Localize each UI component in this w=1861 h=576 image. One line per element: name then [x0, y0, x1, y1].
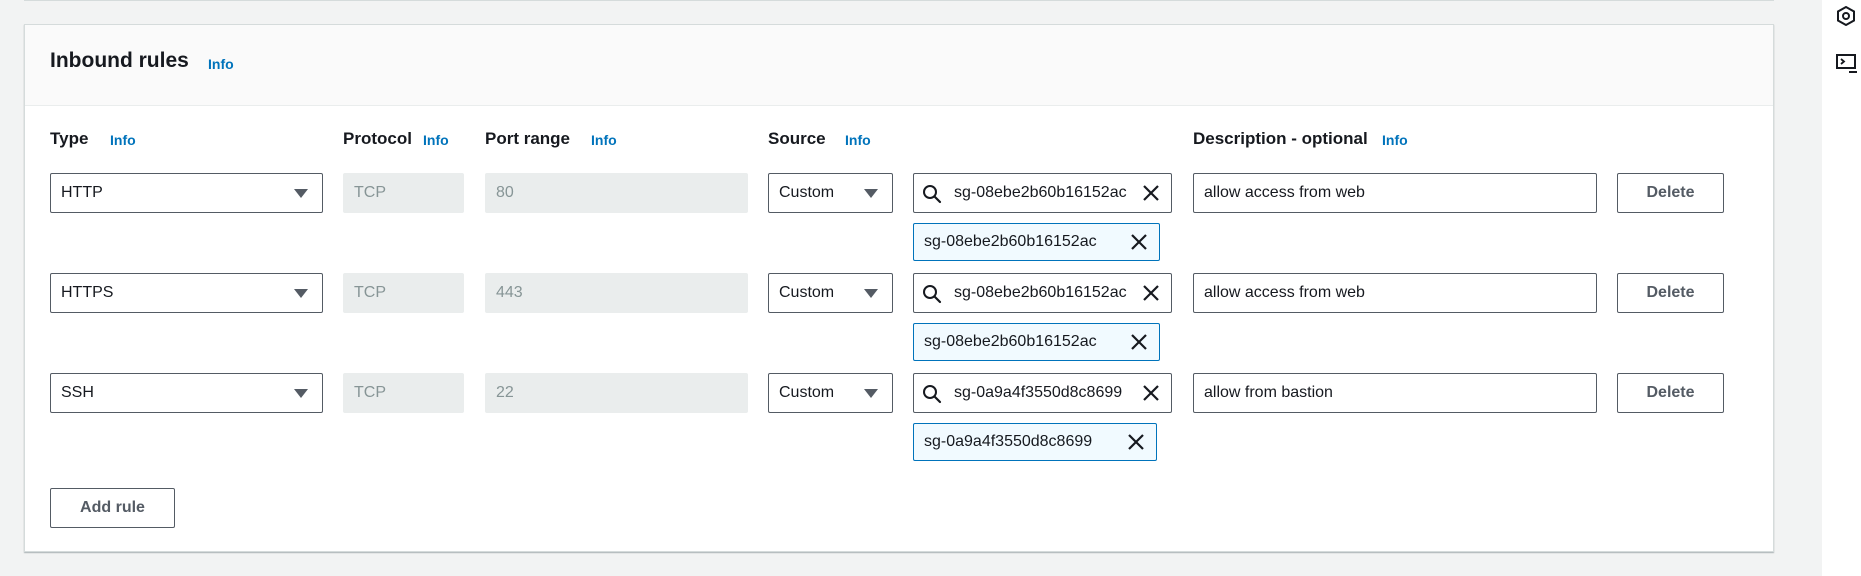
protocol-info-link[interactable]: Info — [423, 132, 449, 148]
source-search-input[interactable]: sg-0a9a4f3550d8c8699 — [913, 373, 1172, 413]
description-input[interactable]: allow access from web — [1193, 173, 1597, 213]
source-search-input[interactable]: sg-08ebe2b60b16152ac — [913, 173, 1172, 213]
caret-down-icon — [864, 189, 878, 198]
close-icon[interactable] — [1143, 285, 1159, 301]
caret-down-icon — [294, 289, 308, 298]
top-divider — [24, 0, 1774, 1]
source-search-input[interactable]: sg-08ebe2b60b16152ac — [913, 273, 1172, 313]
source-search-text: sg-0a9a4f3550d8c8699 — [954, 384, 1123, 401]
protocol-column-label: Protocol — [343, 129, 412, 148]
close-icon[interactable] — [1143, 385, 1159, 401]
description-info-link[interactable]: Info — [1382, 132, 1408, 148]
add-rule-button[interactable]: Add rule — [50, 488, 175, 528]
source-info-link[interactable]: Info — [845, 132, 871, 148]
delete-rule-button[interactable]: Delete — [1617, 373, 1724, 413]
protocol-field: TCP — [343, 373, 464, 413]
close-icon[interactable] — [1131, 234, 1147, 250]
caret-down-icon — [864, 389, 878, 398]
source-type-select[interactable]: Custom — [768, 273, 893, 313]
panel-header: Inbound rules Info — [25, 25, 1773, 106]
source-token-label: sg-08ebe2b60b16152ac — [924, 233, 1097, 250]
type-select-value: SSH — [61, 384, 94, 401]
type-select-value: HTTPS — [61, 284, 114, 301]
port-range-field: 443 — [485, 273, 748, 313]
source-type-select[interactable]: Custom — [768, 373, 893, 413]
source-token: sg-0a9a4f3550d8c8699 — [913, 423, 1157, 461]
source-token: sg-08ebe2b60b16152ac — [913, 323, 1160, 361]
source-type-value: Custom — [779, 384, 835, 401]
source-search-text: sg-08ebe2b60b16152ac — [954, 284, 1127, 301]
source-token: sg-08ebe2b60b16152ac — [913, 223, 1160, 261]
port-range-column-label: Port range — [485, 129, 571, 148]
type-select[interactable]: HTTP — [50, 173, 323, 213]
caret-down-icon — [294, 389, 308, 398]
port-range-field: 22 — [485, 373, 748, 413]
close-icon[interactable] — [1128, 434, 1144, 450]
source-type-select[interactable]: Custom — [768, 173, 893, 213]
source-token-label: sg-0a9a4f3550d8c8699 — [924, 433, 1093, 450]
hexagon-icon[interactable] — [1836, 6, 1856, 26]
caret-down-icon — [864, 289, 878, 298]
delete-rule-button[interactable]: Delete — [1617, 173, 1724, 213]
search-icon — [923, 285, 942, 304]
port-range-field: 80 — [485, 173, 748, 213]
source-token-label: sg-08ebe2b60b16152ac — [924, 333, 1097, 350]
panel-title: Inbound rules — [50, 49, 189, 72]
source-search-text: sg-08ebe2b60b16152ac — [954, 184, 1127, 201]
delete-rule-button[interactable]: Delete — [1617, 273, 1724, 313]
source-type-value: Custom — [779, 184, 835, 201]
description-column-label: Description - optional — [1193, 129, 1368, 148]
description-input[interactable]: allow access from web — [1193, 273, 1597, 313]
search-icon — [923, 385, 942, 404]
type-column-label: Type — [50, 129, 89, 148]
type-select-value: HTTP — [61, 184, 103, 201]
source-type-value: Custom — [779, 284, 835, 301]
type-info-link[interactable]: Info — [110, 132, 136, 148]
description-input[interactable]: allow from bastion — [1193, 373, 1597, 413]
right-rail — [1822, 0, 1861, 576]
inbound-rules-panel: Inbound rules Info Type Info Protocol In… — [24, 24, 1774, 552]
close-icon[interactable] — [1131, 334, 1147, 350]
protocol-field: TCP — [343, 273, 464, 313]
protocol-field: TCP — [343, 173, 464, 213]
cloudshell-icon[interactable] — [1836, 54, 1858, 74]
type-select[interactable]: HTTPS — [50, 273, 323, 313]
caret-down-icon — [294, 189, 308, 198]
type-select[interactable]: SSH — [50, 373, 323, 413]
close-icon[interactable] — [1143, 185, 1159, 201]
port-range-info-link[interactable]: Info — [591, 132, 617, 148]
source-column-label: Source — [768, 129, 826, 148]
title-info-link[interactable]: Info — [208, 56, 234, 72]
search-icon — [923, 185, 942, 204]
